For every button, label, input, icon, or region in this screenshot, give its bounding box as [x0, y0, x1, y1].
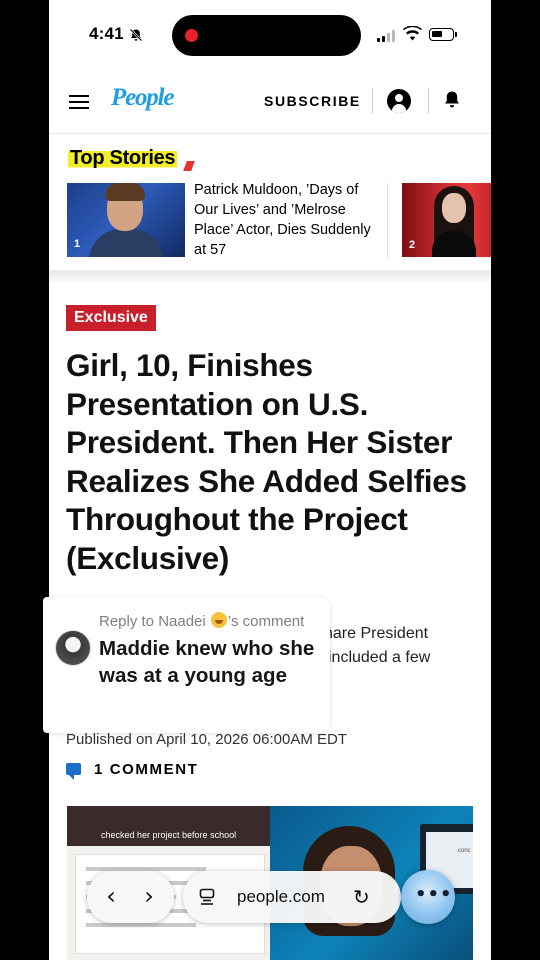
- notification-bell-icon[interactable]: [443, 90, 461, 110]
- comments-count[interactable]: 1 COMMENT: [94, 761, 198, 778]
- wifi-icon: [403, 26, 422, 41]
- reply-comment-sticker: Reply to Naadei ’s comment Maddie knew w…: [43, 597, 330, 733]
- screen-text: conc: [458, 848, 471, 854]
- comment-bubble-icon: [66, 763, 81, 780]
- address-bar[interactable]: people.com ↻: [183, 871, 401, 923]
- reload-icon[interactable]: ↻: [353, 885, 370, 909]
- story-thumbnail: [402, 183, 491, 257]
- story-headline[interactable]: Patrick Muldoon, ’Days of Our Lives’ and…: [194, 180, 372, 260]
- dynamic-island: [172, 15, 361, 56]
- top-stories-title: Top Stories: [68, 147, 178, 170]
- video-caption: checked her project before school: [101, 830, 237, 840]
- subscribe-button[interactable]: SUBSCRIBE: [264, 93, 361, 109]
- reply-suffix: ’s comment: [227, 613, 305, 630]
- more-dots-icon: •••: [415, 884, 453, 905]
- page-settings-icon[interactable]: [199, 888, 215, 906]
- smiling-face-emoji-icon: [210, 612, 227, 628]
- recording-indicator-icon: [185, 29, 198, 42]
- top-story-card[interactable]: 1 Patrick Muldoon, ’Days of Our Lives’ a…: [67, 182, 371, 259]
- reply-comment-text: Maddie knew who she was at a young age: [99, 637, 315, 687]
- battery-icon: [429, 28, 457, 41]
- reply-context: Reply to Naadei ’s comment: [99, 612, 304, 630]
- story-divider: [387, 183, 388, 259]
- back-chevron-icon[interactable]: ‹: [95, 881, 127, 913]
- more-options-button[interactable]: •••: [401, 870, 455, 924]
- account-icon[interactable]: [387, 89, 411, 113]
- site-header: People SUBSCRIBE: [49, 72, 491, 134]
- hamburger-menu-icon[interactable]: [69, 95, 89, 109]
- section-separator: [49, 270, 491, 282]
- url-text[interactable]: people.com: [237, 887, 325, 907]
- commenter-avatar: [55, 630, 91, 666]
- forward-chevron-icon[interactable]: ›: [133, 881, 165, 913]
- story-number: 2: [409, 239, 416, 251]
- silent-bell-icon: [129, 28, 143, 42]
- header-divider: [428, 88, 429, 114]
- reply-prefix: Reply to Naadei: [99, 613, 206, 630]
- publish-date: Published on April 10, 2026 06:00AM EDT: [66, 731, 348, 748]
- top-story-card[interactable]: 2: [402, 183, 491, 259]
- exclusive-badge[interactable]: Exclusive: [66, 305, 156, 331]
- header-divider: [372, 88, 373, 114]
- status-time: 4:41: [89, 24, 124, 43]
- people-logo[interactable]: People: [111, 84, 174, 112]
- phone-screen: 4:41 People SUBSCRIBE Top Stories 1 Patr…: [49, 0, 491, 960]
- article-headline: Girl, 10, Finishes Presentation on U.S. …: [66, 347, 467, 576]
- title-accent: [183, 161, 195, 171]
- status-bar: 4:41: [49, 0, 491, 72]
- story-number: 1: [74, 238, 81, 250]
- cellular-signal-icon: [377, 30, 399, 42]
- top-stories-section: Top Stories 1 Patrick Muldoon, ’Days of …: [49, 135, 491, 270]
- browser-nav-controls: ‹ ›: [87, 871, 174, 923]
- story-thumbnail: 1: [67, 183, 185, 257]
